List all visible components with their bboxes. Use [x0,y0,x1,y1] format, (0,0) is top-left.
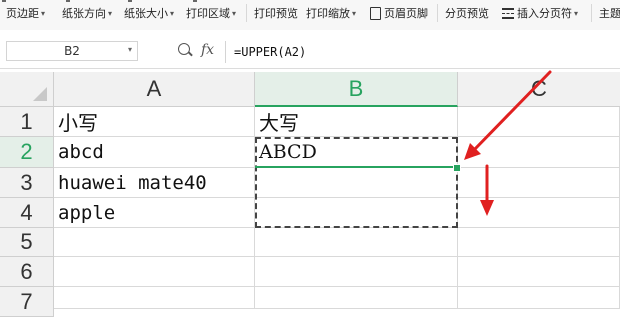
row-header-3[interactable]: 3 [0,168,54,198]
orientation-label: 纸张方向 [62,7,106,20]
name-box-value: B2 [64,44,80,58]
insert-page-break-button[interactable]: 插入分页符 ▾ [502,0,578,26]
formula-input[interactable]: =UPPER(A2) [225,41,620,63]
print-scale-label: 打印缩放 [306,7,350,20]
margins-label: 页边距 [6,7,39,20]
name-box[interactable]: B2 ▾ [6,41,138,61]
formula-bar: B2 ▾ fx =UPPER(A2) [0,30,620,69]
column-header-c[interactable]: C [458,72,620,107]
toolbar-divider [591,4,592,22]
page-break-preview-button[interactable]: 分页预览 [445,0,489,26]
cell-c3[interactable] [458,168,620,198]
toolbar-divider [246,4,247,22]
cell-c1[interactable] [458,107,620,137]
header-footer-button[interactable]: 页眉页脚 [370,0,428,26]
paper-size-label: 纸张大小 [124,7,168,20]
cell-c7[interactable] [458,287,620,309]
cell-a7[interactable] [54,287,255,309]
paper-size-button[interactable]: 纸张大小 ▾ [124,0,174,26]
cell-c2[interactable] [458,137,620,168]
print-area-button[interactable]: 打印区域 ▾ [186,0,236,26]
cell-b2[interactable]: ABCD [255,137,458,168]
page-break-icon [502,7,514,19]
cell-c4[interactable] [458,198,620,228]
cell-a6[interactable] [54,257,255,287]
row-header-7[interactable]: 7 [0,287,54,317]
select-all-icon [33,87,47,101]
cell-a5[interactable] [54,228,255,257]
header-footer-label: 页眉页脚 [384,7,428,20]
cell-c5[interactable] [458,228,620,257]
cell-b1[interactable]: 大写 [255,107,458,137]
row-header-2[interactable]: 2 [0,137,54,168]
row-header-1[interactable]: 1 [0,107,54,137]
print-preview-label: 打印预览 [254,7,298,20]
column-header-a[interactable]: A [54,72,255,107]
fill-handle[interactable] [453,164,461,172]
insert-page-break-label: 插入分页符 [517,7,572,20]
cell-a4[interactable]: apple [54,198,255,228]
row-header-5[interactable]: 5 [0,228,54,257]
cell-a2[interactable]: abcd [54,137,255,168]
column-header-b[interactable]: B [255,72,458,107]
toolbar-divider [437,4,438,22]
cell-b6[interactable] [255,257,458,287]
ribbon-toolbar: 页边距 ▾ 纸张方向 ▾ 纸张大小 ▾ 打印区域 ▾ 打印预览 打印缩放 ▾ 页眉页脚 分… [0,0,620,31]
cell-b3[interactable] [255,168,458,198]
row-header-4[interactable]: 4 [0,198,54,228]
dropdown-arrow-icon: ▾ [352,8,357,18]
zoom-icon[interactable] [178,43,190,55]
dropdown-arrow-icon: ▾ [232,8,237,18]
print-preview-button[interactable]: 打印预览 [254,0,298,26]
print-area-label: 打印区域 [186,7,230,20]
page-break-preview-label: 分页预览 [445,7,489,20]
theme-label: 主题 [599,7,620,20]
orientation-button[interactable]: 纸张方向 ▾ [62,0,112,26]
cell-b5[interactable] [255,228,458,257]
chevron-down-icon[interactable]: ▾ [128,45,132,54]
fx-icon[interactable]: fx [201,42,214,58]
print-scale-button[interactable]: 打印缩放 ▾ [306,0,356,26]
cell-c6[interactable] [458,257,620,287]
cell-a3[interactable]: huawei mate40 [54,168,255,198]
dropdown-arrow-icon: ▾ [170,8,175,18]
cell-a1[interactable]: 小写 [54,107,255,137]
cell-b7[interactable] [255,287,458,309]
select-all-corner[interactable] [0,72,54,107]
margins-button[interactable]: 页边距 ▾ [6,0,45,26]
dropdown-arrow-icon: ▾ [41,8,46,18]
cell-b4[interactable] [255,198,458,228]
theme-button[interactable]: 主题 [599,0,620,26]
dropdown-arrow-icon: ▾ [108,8,113,18]
document-icon [370,6,381,20]
dropdown-arrow-icon: ▾ [574,8,579,18]
row-header-6[interactable]: 6 [0,257,54,287]
